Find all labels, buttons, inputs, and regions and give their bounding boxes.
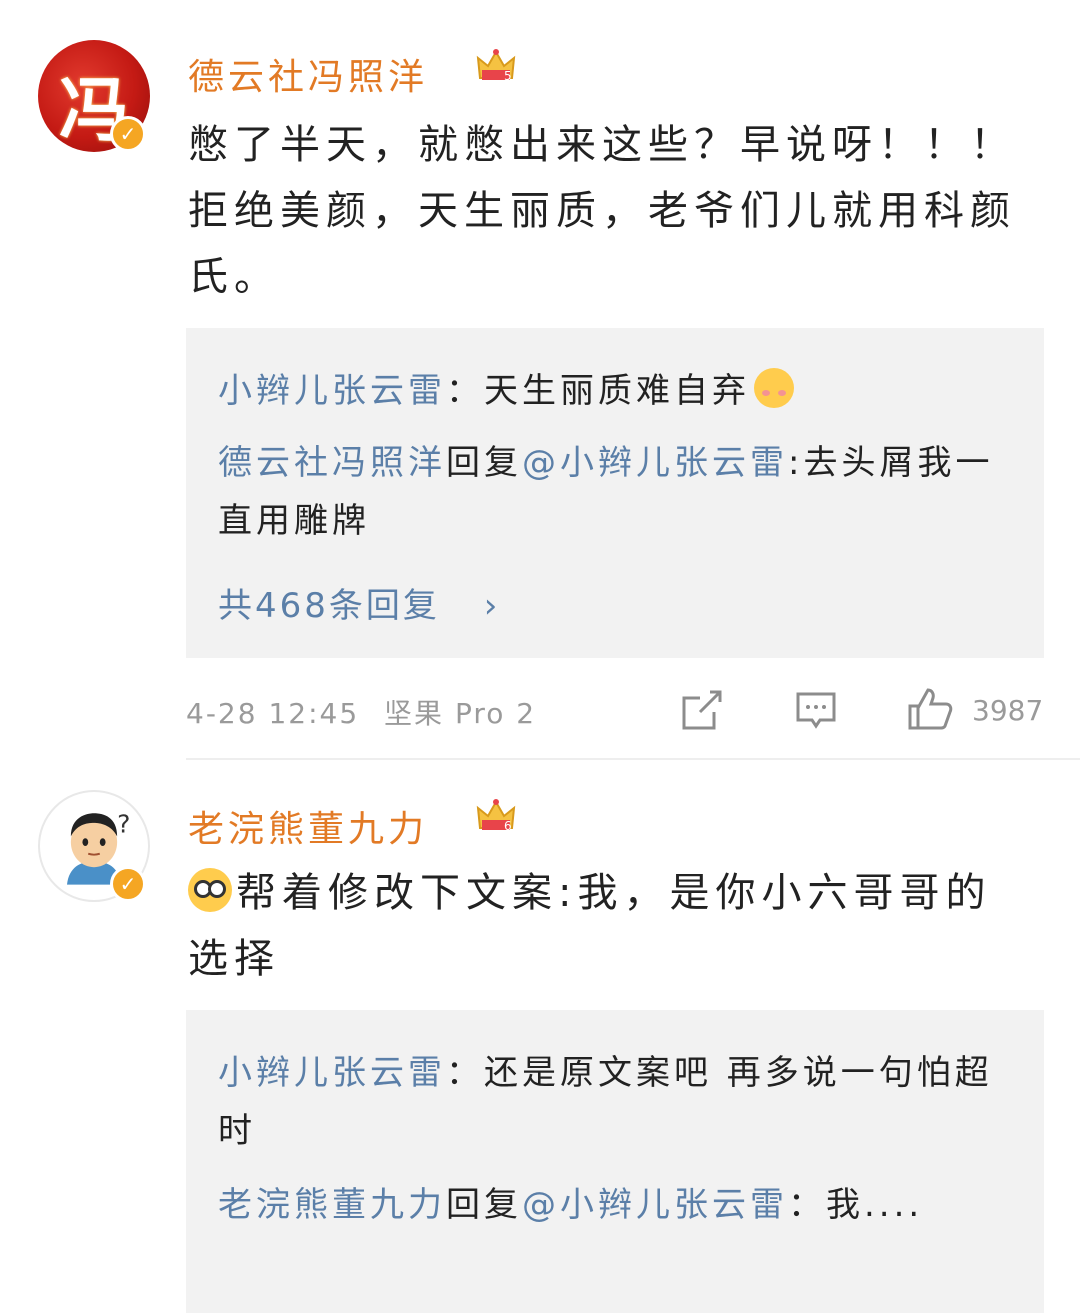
comment-icon[interactable]	[794, 688, 838, 732]
reply-preview-box[interactable]: 小辫儿张云雷：天生丽质难自弃 德云社冯照洋回复@小辫儿张云雷:去头屑我一直用雕牌…	[186, 328, 1044, 658]
more-replies-link[interactable]: 共468条回复 ›	[218, 578, 500, 627]
verified-icon: ✓	[110, 866, 146, 902]
verified-icon: ✓	[110, 116, 146, 152]
comment-text: 帮着修改下文案:我，是你小六哥哥的选择	[188, 860, 1028, 992]
chevron-right-icon: ›	[483, 586, 501, 626]
more-replies-label: 共468条回复	[218, 586, 440, 626]
svg-text:?: ?	[117, 810, 130, 839]
reply-mention[interactable]: @小辫儿张云雷	[522, 1185, 788, 1225]
reply-username[interactable]: 老浣熊董九力	[218, 1185, 446, 1225]
reply-separator: ：	[446, 371, 484, 411]
reply-item[interactable]: 小辫儿张云雷：天生丽质难自弃	[218, 362, 1018, 420]
like-count: 3987	[972, 694, 1044, 727]
level-badge: 5	[504, 69, 512, 83]
blush-emoji-icon	[754, 368, 794, 408]
reply-item[interactable]: 德云社冯照洋回复@小辫儿张云雷:去头屑我一直用雕牌	[218, 434, 1018, 550]
reply-username[interactable]: 德云社冯照洋	[218, 443, 446, 483]
reply-mention[interactable]: @小辫儿张云雷	[522, 443, 788, 483]
device-label: 坚果 Pro 2	[384, 697, 537, 730]
reply-preview-box[interactable]: 小辫儿张云雷：还是原文案吧 再多说一句怕超时 老浣熊董九力回复@小辫儿张云雷：我…	[186, 1010, 1044, 1313]
reply-text: 天生丽质难自弃	[484, 371, 750, 411]
username[interactable]: 老浣熊董九力	[188, 800, 428, 852]
reply-item[interactable]: 小辫儿张云雷：还是原文案吧 再多说一句怕超时	[218, 1044, 1018, 1160]
reply-separator: ：	[788, 1185, 826, 1225]
level-badge: 6	[504, 819, 512, 833]
reply-text: 我....	[826, 1185, 924, 1225]
comment-item: ? ✓ 老浣熊董九力 6 帮着修改下文案:我，是你小六哥哥的选择 小辫儿张云雷：…	[0, 760, 1080, 1313]
share-icon[interactable]	[680, 688, 724, 732]
username[interactable]: 德云社冯照洋	[188, 48, 428, 100]
reply-action: 回复	[446, 1185, 522, 1225]
comment-item: 冯 ✓ 德云社冯照洋 5 憋了半天，就憋出来这些？早说呀！！！ 拒绝美颜，天生丽…	[0, 0, 1080, 760]
reply-separator: :	[788, 443, 804, 483]
reply-action: 回复	[446, 443, 522, 483]
glasses-emoji-icon	[188, 868, 232, 912]
like-icon[interactable]	[906, 686, 954, 732]
reply-username[interactable]: 小辫儿张云雷	[218, 371, 446, 411]
vip-crown-icon: 5	[476, 49, 516, 83]
reply-username[interactable]: 小辫儿张云雷	[218, 1053, 446, 1093]
comment-text: 憋了半天，就憋出来这些？早说呀！！！ 拒绝美颜，天生丽质，老爷们儿就用科颜氏。	[188, 122, 1016, 300]
vip-crown-icon: 6	[476, 799, 516, 833]
reply-item[interactable]: 老浣熊董九力回复@小辫儿张云雷：我....	[218, 1176, 1018, 1234]
timestamp: 4-28 12:45	[186, 697, 360, 730]
comment-text-content: 帮着修改下文案:我，是你小六哥哥的选择	[188, 870, 992, 982]
reply-separator: ：	[446, 1053, 484, 1093]
comment-meta: 4-28 12:45 坚果 Pro 2	[186, 692, 536, 732]
